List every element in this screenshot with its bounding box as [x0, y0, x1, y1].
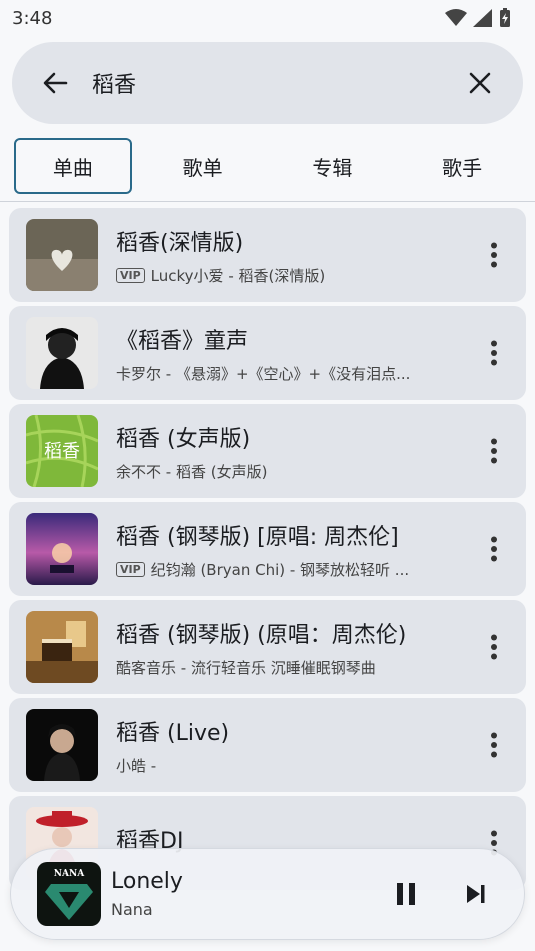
song-subtitle: Lucky小爱 - 稻香(深情版): [150, 266, 326, 285]
song-subtitle: 卡罗尔 - 《悬溺》+《空心》+《没有泪点...: [116, 364, 411, 383]
song-cover: 稻香: [26, 415, 98, 487]
song-title: 《稻香》童声: [116, 328, 249, 354]
player-cover: NANA: [37, 862, 101, 926]
tab-albums[interactable]: 专辑: [273, 138, 391, 194]
song-cover: [26, 219, 98, 291]
song-subtitle: 小皓 -: [116, 756, 157, 775]
more-vert-icon: [491, 536, 497, 562]
cover-text: NANA: [54, 869, 85, 879]
search-bar: [12, 42, 523, 124]
skip-next-icon: [467, 885, 485, 903]
arrow-left-icon: [43, 72, 68, 94]
mini-player[interactable]: NANA Lonely Nana: [10, 848, 525, 940]
signal-icon: [473, 9, 492, 27]
search-input[interactable]: [92, 70, 465, 96]
pause-button[interactable]: [384, 872, 428, 916]
more-options-button[interactable]: [479, 725, 509, 765]
more-vert-icon: [491, 732, 497, 758]
back-button[interactable]: [40, 68, 70, 98]
song-subtitle: 纪钧瀚 (Bryan Chi) - 钢琴放松轻听 ...: [150, 560, 410, 579]
song-subtitle: 余不不 - 稻香 (女声版): [116, 462, 268, 481]
clear-search-button[interactable]: [465, 68, 495, 98]
player-title: Lonely: [111, 869, 183, 894]
more-vert-icon: [491, 438, 497, 464]
more-vert-icon: [491, 634, 497, 660]
song-list: 稻香(深情版) VIP Lucky小爱 - 稻香(深情版) 《稻香》童声 卡罗尔 …: [9, 208, 526, 894]
tab-artists[interactable]: 歌手: [403, 138, 521, 194]
song-title: 稻香 (女声版): [116, 426, 251, 452]
pause-icon: [397, 883, 415, 905]
song-row[interactable]: 稻香 稻香 (女声版) 余不不 - 稻香 (女声版): [9, 404, 526, 498]
more-options-button[interactable]: [479, 431, 509, 471]
close-icon: [469, 72, 491, 94]
tabs-divider: [0, 201, 535, 202]
tab-songs[interactable]: 单曲: [13, 138, 132, 194]
more-options-button[interactable]: [479, 235, 509, 275]
more-options-button[interactable]: [479, 333, 509, 373]
battery-icon: [500, 8, 510, 27]
song-row[interactable]: 《稻香》童声 卡罗尔 - 《悬溺》+《空心》+《没有泪点...: [9, 306, 526, 400]
song-cover: [26, 709, 98, 781]
wifi-icon: [445, 9, 467, 26]
more-vert-icon: [491, 242, 497, 268]
song-row[interactable]: 稻香 (钢琴版) (原唱：周杰伦) 酷客音乐 - 流行轻音乐 沉睡催眠钢琴曲: [9, 600, 526, 694]
status-time: 3:48: [12, 7, 53, 29]
song-title: 稻香(深情版): [116, 230, 244, 256]
status-icons: [445, 8, 511, 28]
song-row[interactable]: 稻香(深情版) VIP Lucky小爱 - 稻香(深情版): [9, 208, 526, 302]
more-options-button[interactable]: [479, 529, 509, 569]
status-bar: 3:48: [0, 0, 535, 36]
next-button[interactable]: [454, 872, 498, 916]
player-artist: Nana: [111, 900, 153, 919]
song-row[interactable]: 稻香 (钢琴版) [原唱: 周杰伦] VIP 纪钧瀚 (Bryan Chi) - …: [9, 502, 526, 596]
song-cover: [26, 513, 98, 585]
tab-playlists[interactable]: 歌单: [144, 138, 262, 194]
song-title: 稻香 (钢琴版) (原唱：周杰伦): [116, 622, 407, 648]
more-options-button[interactable]: [479, 627, 509, 667]
cover-text: 稻香: [44, 441, 80, 462]
song-cover: [26, 317, 98, 389]
vip-badge: VIP: [116, 561, 145, 577]
result-tabs: 单曲 歌单 专辑 歌手: [0, 136, 535, 196]
vip-badge: VIP: [116, 267, 145, 283]
song-title: 稻香 (钢琴版) [原唱: 周杰伦]: [116, 524, 399, 550]
song-cover: [26, 611, 98, 683]
more-vert-icon: [491, 340, 497, 366]
song-subtitle: 酷客音乐 - 流行轻音乐 沉睡催眠钢琴曲: [116, 658, 376, 677]
song-row[interactable]: 稻香 (Live) 小皓 -: [9, 698, 526, 792]
song-title: 稻香 (Live): [116, 720, 230, 746]
